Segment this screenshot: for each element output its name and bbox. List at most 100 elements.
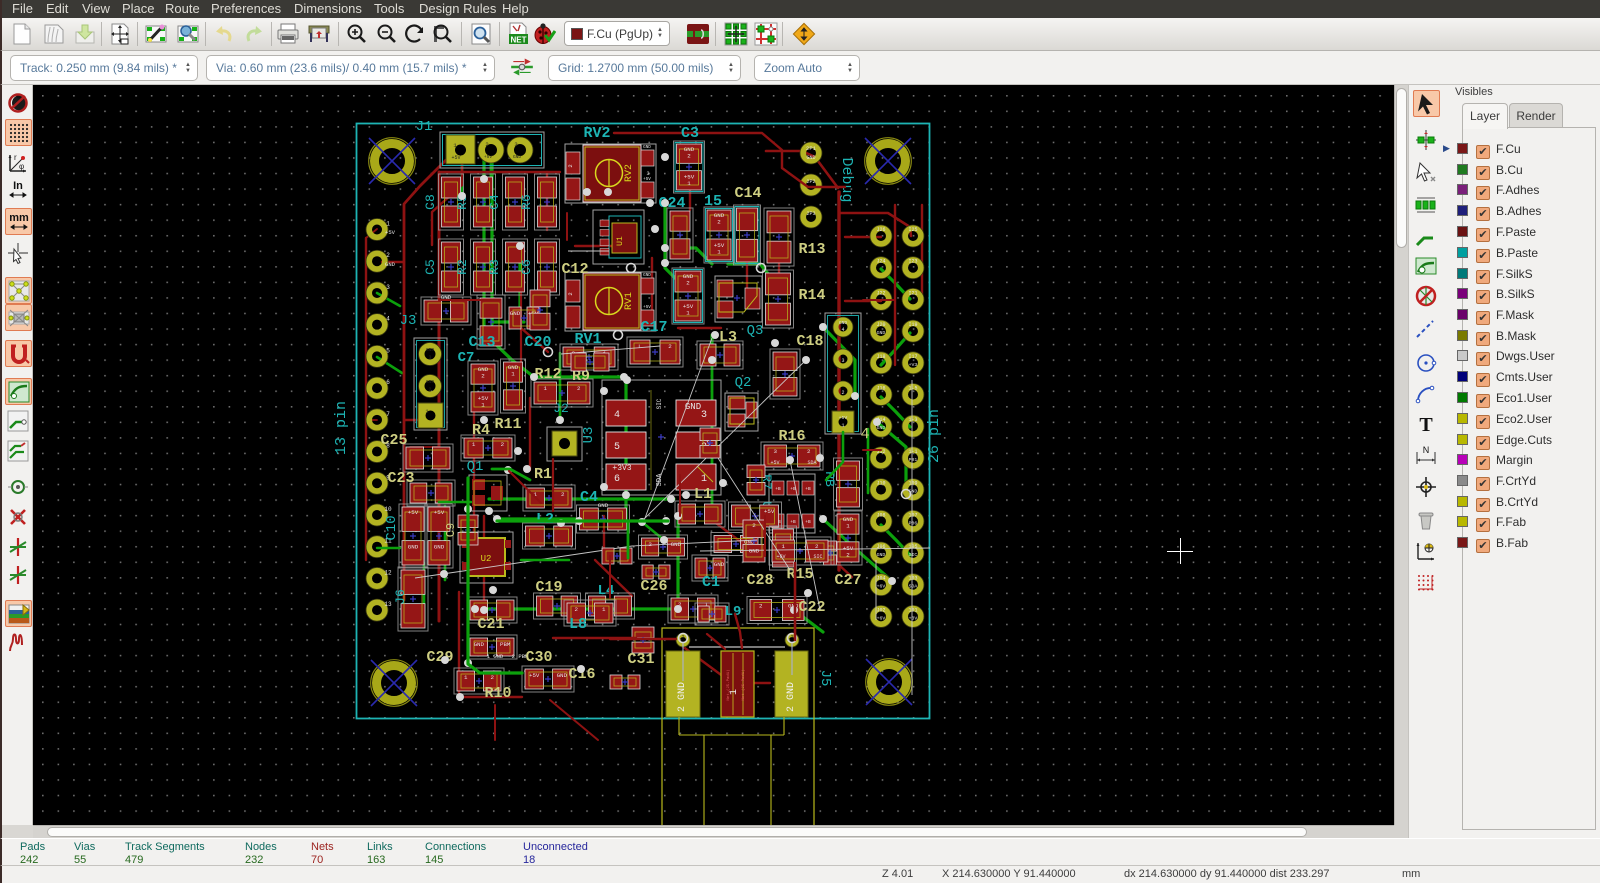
svg-text:2: 2: [841, 390, 844, 396]
svg-text:I21: I21: [908, 290, 917, 296]
svg-text:2: 2: [648, 541, 652, 548]
svg-text:2: 2: [567, 164, 574, 167]
svg-text:R12: R12: [534, 366, 561, 383]
svg-text:In: In: [13, 180, 23, 192]
svg-text:Q3: Q3: [747, 323, 764, 339]
svg-text:N: N: [1423, 445, 1430, 455]
svg-text:107: 107: [908, 512, 917, 518]
svg-text:GND: GND: [513, 154, 521, 160]
svg-text:2: 2: [490, 674, 494, 681]
svg-text:2: 2: [686, 280, 690, 287]
svg-text:J10: J10: [876, 481, 885, 487]
svg-text:2: 2: [815, 543, 819, 550]
svg-text:5: 5: [386, 347, 390, 354]
svg-text:RV1: RV1: [574, 331, 601, 348]
svg-text:GND: GND: [426, 347, 434, 353]
svg-text:C5: C5: [423, 259, 438, 275]
svg-text:C12: C12: [561, 261, 588, 278]
svg-text:Debug: Debug: [838, 157, 855, 202]
svg-text:GND: GND: [385, 261, 396, 268]
svg-text:C18: C18: [796, 333, 823, 350]
svg-text:10: 10: [384, 506, 392, 513]
svg-text:2 GND: 2 GND: [786, 682, 797, 712]
svg-text:I23: I23: [908, 259, 917, 265]
svg-text:1: 1: [511, 371, 515, 378]
svg-text:I17: I17: [908, 354, 917, 360]
svg-text:R16: R16: [778, 428, 805, 445]
svg-text:C4: C4: [487, 194, 502, 210]
svg-text:3: 3: [773, 448, 777, 455]
svg-text:103: 103: [908, 576, 917, 582]
svg-text:+5V: +5V: [385, 229, 396, 236]
svg-text:C20: C20: [524, 334, 551, 351]
svg-text:J20: J20: [876, 322, 885, 328]
svg-text:1: 1: [846, 523, 850, 530]
svg-text:J1: J1: [416, 119, 433, 135]
svg-text:1: 1: [686, 310, 690, 317]
svg-text:2: 2: [759, 603, 763, 610]
svg-text:1: 1: [472, 441, 476, 448]
svg-text:+5V: +5V: [839, 415, 848, 421]
svg-text:C13: C13: [468, 334, 495, 351]
svg-text:U2: U2: [481, 554, 492, 564]
svg-text:3: 3: [514, 141, 517, 148]
svg-text:1: 1: [543, 385, 547, 392]
svg-text:+5V: +5V: [408, 509, 419, 516]
svg-text:r: r: [14, 153, 17, 162]
svg-text:2: 2: [428, 387, 431, 393]
svg-text:GND: GND: [877, 330, 886, 336]
svg-text:+6V: +6V: [776, 554, 785, 560]
svg-text:+6V: +6V: [877, 584, 886, 590]
svg-text:SDA: SDA: [909, 584, 918, 590]
svg-text:GND: GND: [434, 544, 445, 551]
svg-text:SIC: SIC: [813, 554, 822, 560]
svg-text:C31: C31: [627, 651, 654, 668]
svg-text:+5V: +5V: [451, 155, 460, 161]
svg-text:C6: C6: [519, 259, 534, 275]
svg-text:C25: C25: [380, 432, 407, 449]
svg-text:26 pin: 26 pin: [926, 409, 943, 463]
svg-text:GND: GND: [408, 544, 419, 551]
svg-text:7: 7: [386, 411, 390, 418]
svg-text:2: 2: [687, 153, 691, 160]
svg-text:C27: C27: [834, 572, 861, 589]
svg-text:φ: φ: [19, 162, 24, 171]
svg-text:GND: GND: [643, 273, 651, 278]
svg-text:L3: L3: [719, 329, 737, 346]
svg-text:C3: C3: [681, 125, 699, 142]
svg-text:13: 13: [384, 601, 392, 608]
svg-text:3: 3: [701, 410, 707, 421]
svg-text:C23: C23: [387, 470, 414, 487]
svg-text:1-5: 1-5: [908, 386, 917, 392]
svg-text:GND: GND: [643, 145, 651, 150]
svg-text:+B: +B: [775, 486, 781, 492]
svg-text:C29: C29: [426, 649, 453, 666]
svg-text:4: 4: [860, 426, 869, 443]
svg-text:L8: L8: [569, 616, 587, 633]
svg-text:2P1: 2P1: [806, 145, 817, 152]
svg-text:PBM: PBM: [500, 641, 511, 648]
svg-text:+5V: +5V: [643, 305, 651, 310]
svg-text:L4: L4: [598, 583, 615, 599]
svg-text:+B: +B: [790, 519, 796, 525]
svg-text:I19: I19: [908, 322, 917, 328]
svg-text:C22: C22: [798, 599, 825, 616]
svg-text:J08: J08: [876, 512, 885, 518]
svg-text:RB: RB: [822, 471, 837, 487]
svg-text:6: 6: [614, 474, 620, 485]
svg-text:L9: L9: [725, 604, 742, 620]
svg-text:GND: GND: [839, 320, 847, 326]
svg-text:2: 2: [752, 522, 756, 529]
svg-text:+3V3: +3V3: [612, 464, 631, 473]
svg-text:109: 109: [908, 481, 917, 487]
svg-text:GND: GND: [426, 379, 434, 385]
svg-text:1: 1: [781, 543, 785, 550]
svg-text:+3V: +3V: [909, 615, 918, 621]
svg-text:+5V: +5V: [643, 177, 651, 182]
svg-text:2: 2: [561, 491, 565, 498]
svg-text:2: 2: [791, 634, 794, 640]
svg-text:1: 1: [841, 423, 844, 429]
svg-text:2P3: 2P3: [806, 211, 815, 217]
svg-text:1-1: 1-1: [908, 449, 917, 455]
svg-text:C26: C26: [640, 578, 667, 595]
